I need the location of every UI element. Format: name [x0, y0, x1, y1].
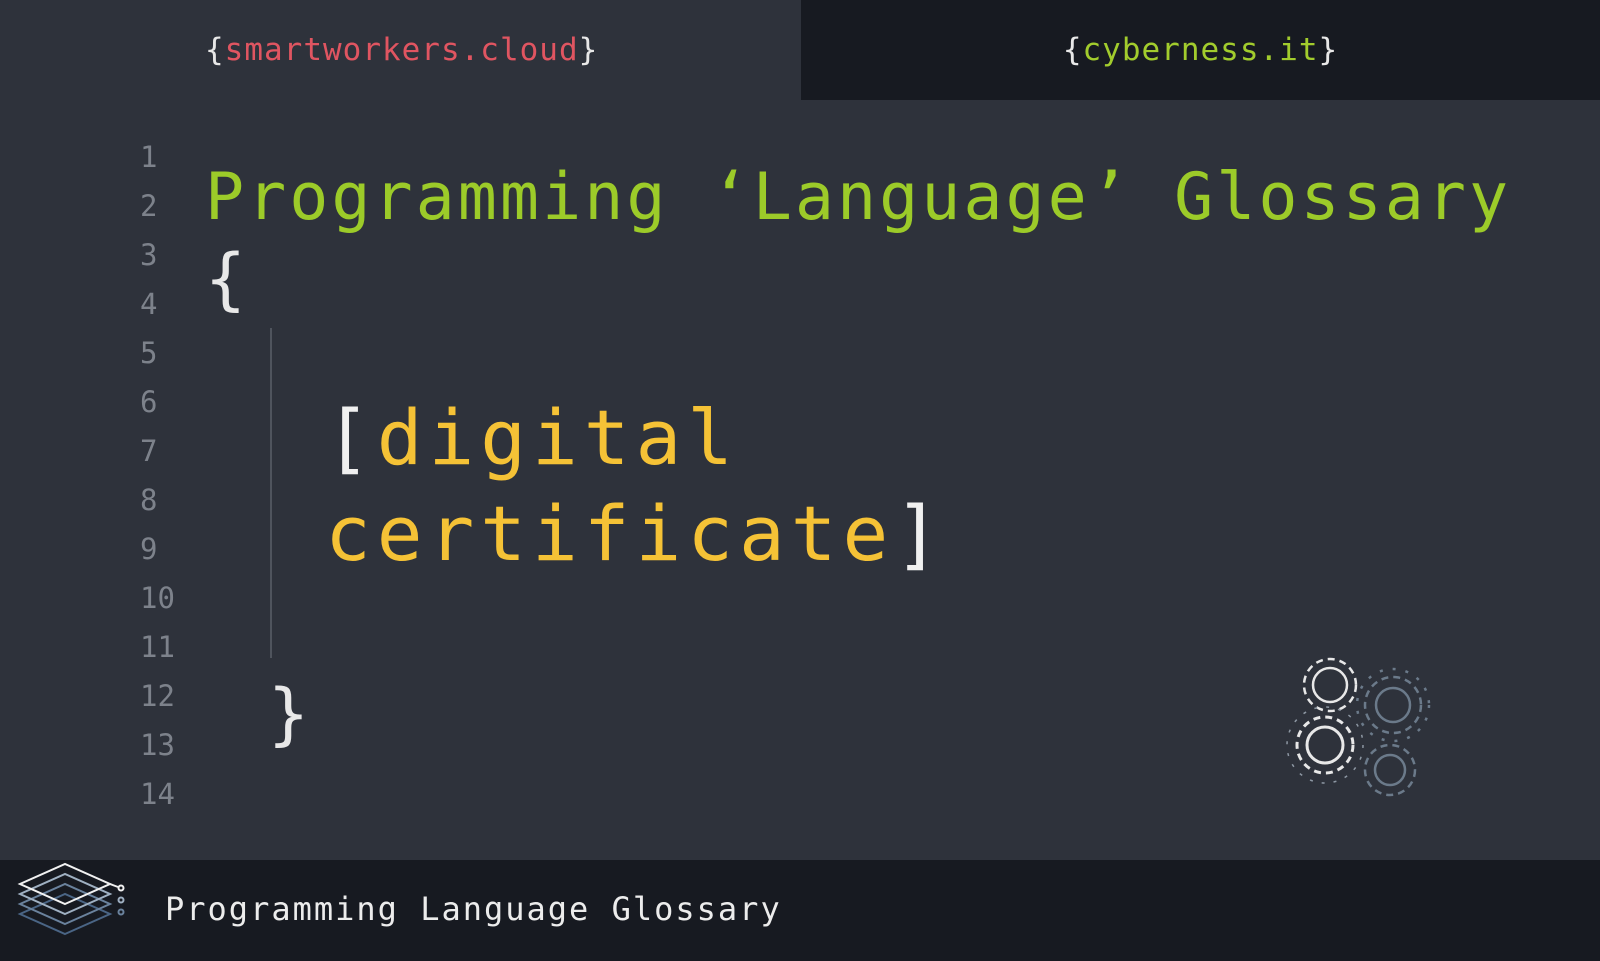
term-word-1: digital	[376, 393, 740, 482]
line-number: 12	[140, 679, 175, 713]
open-brace: {	[205, 240, 246, 319]
tab-bar: {smartworkers.cloud} {cyberness.it}	[0, 0, 1600, 100]
gears-icon	[1286, 657, 1431, 797]
footer-title: Programming Language Glossary	[165, 890, 782, 928]
line-number: 1	[140, 140, 158, 174]
tab-close-brace: }	[578, 32, 599, 68]
line-number: 7	[140, 434, 158, 468]
tab-open-brace: {	[1062, 32, 1083, 68]
line-number: 6	[140, 385, 158, 419]
term-close-bracket: ]	[894, 489, 947, 578]
tab-cyberness[interactable]: {cyberness.it}	[801, 0, 1600, 100]
indent-guide	[270, 328, 272, 658]
glossary-title: Programming ‘Language’ Glossary	[205, 160, 1512, 235]
footer-bar: Programming Language Glossary	[0, 860, 1600, 961]
tab-smartworkers[interactable]: {smartworkers.cloud}	[0, 0, 801, 100]
close-brace: }	[268, 675, 309, 754]
tab-close-brace: }	[1318, 32, 1339, 68]
term-line-2: certificate]	[325, 486, 946, 582]
stacked-layers-icon	[17, 862, 125, 936]
tab-open-brace: {	[205, 32, 225, 68]
line-number: 2	[140, 189, 158, 223]
line-number: 3	[140, 238, 158, 272]
line-number: 8	[140, 483, 158, 517]
line-number: 10	[140, 581, 175, 615]
term-open-bracket: [	[325, 393, 377, 482]
term-word-2: certificate	[325, 489, 895, 578]
tab-label: smartworkers.cloud	[224, 32, 579, 68]
tab-label: cyberness.it	[1082, 32, 1319, 68]
line-number: 14	[140, 777, 175, 811]
term-line-1: [digital	[325, 390, 946, 486]
line-number: 13	[140, 728, 175, 762]
glossary-term: [digital certificate]	[325, 390, 946, 582]
line-number: 11	[140, 630, 175, 664]
line-number: 5	[140, 336, 158, 370]
line-number: 9	[140, 532, 158, 566]
line-number: 4	[140, 287, 158, 321]
